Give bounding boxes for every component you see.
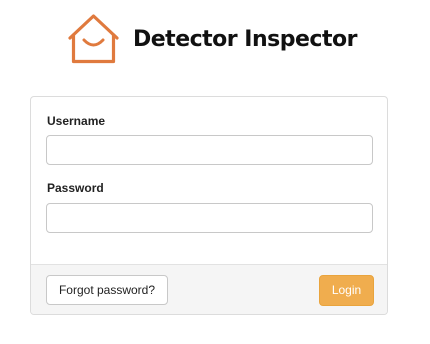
login-card-footer: Forgot password? Login [31, 264, 387, 314]
password-label: Password [47, 181, 104, 195]
username-label: Username [47, 114, 106, 128]
login-page: Detector Inspector Username Password For… [0, 0, 430, 344]
password-input[interactable] [46, 203, 373, 233]
brand-header: Detector Inspector [66, 13, 357, 65]
login-card-body: Username Password [31, 97, 387, 264]
login-button[interactable]: Login [319, 275, 374, 306]
brand-name: Detector Inspector [133, 26, 357, 52]
forgot-password-button[interactable]: Forgot password? [46, 275, 168, 305]
username-input[interactable] [46, 135, 373, 165]
house-smile-icon [68, 14, 119, 64]
login-card: Username Password Forgot password? Login [30, 96, 388, 315]
